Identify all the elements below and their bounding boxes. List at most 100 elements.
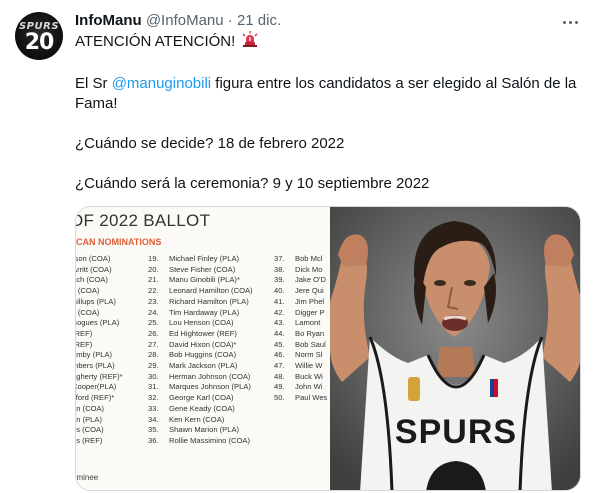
tweet-blank xyxy=(75,54,585,74)
ballot-entry: 38. Dick Mo xyxy=(274,265,327,276)
ballot-entry: (REF) xyxy=(76,339,93,349)
ballot-entry: on (PLA) xyxy=(76,414,102,424)
ballot-entry: 23. Richard Hamilton (PLA) xyxy=(148,297,253,308)
ballot-entry-name: George Karl (COA) xyxy=(169,393,234,403)
ballot-entry: 43. Lamont xyxy=(274,318,327,329)
ballot-column-2: 19. Michael Finley (PLA) 20. Steve Fisher (… xyxy=(148,254,253,447)
ballot-entry: ns (REF) xyxy=(76,435,103,445)
ballot-entry: (REF) xyxy=(76,328,93,338)
ballot-entry: 40. Jere Qui xyxy=(274,286,327,297)
tweet-line-3: ¿Cuándo se decide? 18 de febrero 2022 xyxy=(75,135,345,152)
ballot-title: OF 2022 BALLOT xyxy=(76,211,211,230)
ballot-entry-number: 44. xyxy=(274,328,285,338)
ballot-entry-name: Marques Johnson (PLA) xyxy=(169,382,251,392)
ballot-entry: 27. David Hixon (COA)* xyxy=(148,340,253,351)
ballot-entry: Cooper(PLA) xyxy=(76,382,117,392)
tweet-line-2-prefix: El Sr xyxy=(75,75,112,92)
tweet-line-1: ATENCIÓN ATENCIÓN! xyxy=(75,31,585,54)
tweet-blank xyxy=(75,154,585,174)
ballot-entry-number: 30. xyxy=(148,371,159,381)
ballot-footer: ominee xyxy=(76,473,99,482)
ballot-entry-name: Digger P xyxy=(295,307,325,317)
ballot-entry: rson (COA) xyxy=(76,254,111,263)
tweet[interactable]: SPURS 20 InfoManu @InfoManu · 21 dic. AT… xyxy=(0,0,601,493)
avatar[interactable]: SPURS 20 xyxy=(15,12,63,60)
ballot-entry-name: Bob Huggins (COA) xyxy=(169,350,237,360)
ballot-entry: Arritt (COA) xyxy=(76,264,112,274)
ballot-entry-name: Tim Hardaway (PLA) xyxy=(169,307,240,317)
ballot-entry: an (COA) xyxy=(76,403,105,413)
tweet-header: InfoManu @InfoManu · 21 dic. xyxy=(75,11,281,31)
tweet-line-1-text: ATENCIÓN ATENCIÓN! xyxy=(75,33,236,50)
ballot-entry: 47. Willie W xyxy=(274,361,327,372)
ballot-entry: 45. Bob Saul xyxy=(274,340,327,351)
ballot-entry: 48. Buck Wi xyxy=(274,372,327,383)
ballot-entry-number: 26. xyxy=(148,328,159,338)
ballot-entry-name: Bob Mcl xyxy=(295,254,323,263)
mention-link[interactable]: @manuginobili xyxy=(112,75,211,92)
ballot-entry-number: 38. xyxy=(274,264,285,274)
ballot-entry: 42. Digger P xyxy=(274,308,327,319)
ballot-entry-name: Bo Ryan xyxy=(295,328,325,338)
ballot-entry: 36. Rollie Massimino (COA) xyxy=(148,436,253,447)
header-separator: · xyxy=(227,12,233,29)
ballot-entry-name: Rollie Massimino (COA) xyxy=(169,435,251,445)
ballot-entry: 50. Paul Wes xyxy=(274,393,327,404)
ballot-entry-name: Leonard Hamilton (COA) xyxy=(169,286,253,296)
ballot-image[interactable]: OF 2022 BALLOT CAN NOMINATIONS rson (COA… xyxy=(76,207,330,490)
ballot-entry: 29. Mark Jackson (PLA) xyxy=(148,361,253,372)
tweet-line-4: ¿Cuándo será la ceremonia? 9 y 10 septie… xyxy=(75,175,430,192)
player-photo[interactable]: SPURS xyxy=(330,207,580,490)
ballot-entry: mbers (PLA) xyxy=(76,361,115,371)
ballot-entry: 22. Leonard Hamilton (COA) xyxy=(148,286,253,297)
ballot-entry: 44. Bo Ryan xyxy=(274,329,327,340)
ballot-entry: 34. Ken Kern (COA) xyxy=(148,415,253,426)
tweet-text: ATENCIÓN ATENCIÓN! El Sr @manuginobili f… xyxy=(75,31,585,194)
ballot-column-1: rson (COA)Arritt (COA)ach (COA)s (COA)Bi… xyxy=(76,254,123,447)
ballot-entry-number: 28. xyxy=(148,350,159,360)
more-icon[interactable] xyxy=(561,12,581,32)
ballot-entry-number: 48. xyxy=(274,371,285,381)
ballot-entry-name: Michael Finley (PLA) xyxy=(169,254,240,263)
ballot-entry-number: 23. xyxy=(148,296,159,306)
ballot-entry: 20. Steve Fisher (COA) xyxy=(148,265,253,276)
ballot-entry-name: Buck Wi xyxy=(295,371,323,381)
ballot-entry: 32. George Karl (COA) xyxy=(148,393,253,404)
ballot-entry-number: 27. xyxy=(148,339,159,349)
ballot-entry: vford (REF)* xyxy=(76,393,115,403)
ballot-entry-number: 34. xyxy=(148,414,159,424)
ballot-entry-name: Jere Qui xyxy=(295,286,324,296)
tweet-blank xyxy=(75,114,585,134)
ballot-entry-name: Ed Hightower (REF) xyxy=(169,328,237,338)
ballot-entry-name: Lamont xyxy=(295,318,321,328)
ballot-entry-number: 19. xyxy=(148,254,159,263)
ballot-entry-name: Ken Kern (COA) xyxy=(169,414,225,424)
ballot-entry-number: 35. xyxy=(148,425,159,435)
author-handle[interactable]: @InfoManu xyxy=(146,12,224,29)
ballot-entry: ns (COA) xyxy=(76,425,104,435)
ballot-entry-name: Jake O'D xyxy=(295,275,326,285)
ballot-entry-name: Jim Phel xyxy=(295,296,325,306)
ballot-entry-number: 20. xyxy=(148,264,159,274)
ballot-entry-name: Manu Ginobili (PLA)* xyxy=(169,275,240,285)
tweet-line-2: El Sr @manuginobili figura entre los can… xyxy=(75,74,585,114)
ballot-entry-number: 33. xyxy=(148,403,159,413)
ballot-entry: 31. Marques Johnson (PLA) xyxy=(148,382,253,393)
tweet-media[interactable]: OF 2022 BALLOT CAN NOMINATIONS rson (COA… xyxy=(75,206,581,491)
author-name[interactable]: InfoManu xyxy=(75,12,142,29)
ballot-entry-number: 39. xyxy=(274,275,285,285)
ballot-entry: 33. Gene Keady (COA) xyxy=(148,404,253,415)
ballot-entry-number: 45. xyxy=(274,339,285,349)
ballot-entry-name: Norm Sl xyxy=(295,350,323,360)
ballot-entry-number: 31. xyxy=(148,382,159,392)
ballot-entry: 21. Manu Ginobili (PLA)* xyxy=(148,275,253,286)
ballot-entry: 19. Michael Finley (PLA) xyxy=(148,254,253,265)
ballot-entry-name: Lou Henson (COA) xyxy=(169,318,234,328)
ballot-entry: s (COA) xyxy=(76,286,100,296)
ballot-entry: amby (PLA) xyxy=(76,350,113,360)
ballot-entry-name: Bob Saul xyxy=(295,339,326,349)
ballot-entry: ach (COA) xyxy=(76,275,108,285)
ballot-entry: 41. Jim Phel xyxy=(274,297,327,308)
ballot-entry-number: 50. xyxy=(274,393,285,403)
tweet-date[interactable]: 21 dic. xyxy=(237,12,281,29)
